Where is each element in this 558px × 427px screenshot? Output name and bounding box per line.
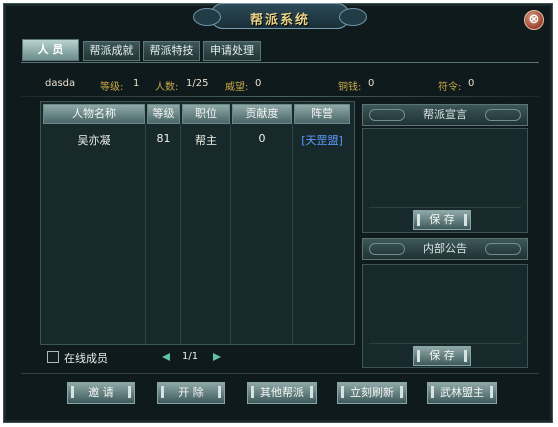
column-divider (230, 124, 231, 344)
refresh-button[interactable]: 立刻刷新 (337, 382, 407, 404)
window-title: 帮派系统 (249, 13, 310, 28)
guild-info-bar: dasda 等级: 1 人数: 1/25 威望: 0 铜钱: 0 符令: 0 (45, 78, 525, 93)
alliance-leader-button[interactable]: 武林盟主 (427, 382, 497, 404)
member-position: 帮主 (195, 134, 217, 147)
next-page-arrow-icon[interactable] (213, 353, 221, 361)
close-button[interactable]: ⊗ (524, 10, 544, 30)
money-label: 铜钱: (338, 82, 362, 93)
notice-divider (369, 343, 521, 344)
tab-achievements[interactable]: 帮派成就 (83, 41, 140, 61)
save-notice-button[interactable]: 保 存 (413, 346, 471, 366)
member-level: 81 (156, 132, 171, 145)
title-banner: 帮派系统 (193, 3, 367, 29)
page-indicator: 1/1 (182, 351, 199, 362)
members-value: 1/25 (186, 78, 209, 89)
tab-applications[interactable]: 申请处理 (203, 41, 261, 61)
column-divider (292, 124, 293, 344)
col-header-level[interactable]: 等级 (147, 104, 180, 124)
col-header-contribution[interactable]: 贡献度 (232, 104, 292, 124)
expel-button[interactable]: 开 除 (157, 382, 225, 404)
bottom-separator (21, 373, 539, 374)
token-label: 符令: (438, 82, 462, 93)
prev-page-arrow-icon[interactable] (162, 353, 170, 361)
level-label: 等级: (100, 82, 124, 93)
column-divider (180, 124, 181, 344)
declaration-divider (369, 207, 521, 208)
tab-members[interactable]: 人 员 (22, 39, 79, 61)
other-guilds-button[interactable]: 其他帮派 (247, 382, 317, 404)
member-list: 人物名称 等级 职位 贡献度 阵营 吴亦凝 81 帮主 0 [天罡盟] (40, 101, 355, 345)
prestige-value: 0 (255, 78, 262, 89)
members-label: 人数: (155, 82, 179, 93)
online-members-checkbox[interactable] (47, 351, 59, 363)
save-declaration-button[interactable]: 保 存 (413, 210, 471, 230)
tab-skills[interactable]: 帮派特技 (143, 41, 200, 61)
declaration-header: 帮派宣言 (362, 104, 528, 126)
level-value: 1 (133, 78, 140, 89)
notice-header: 内部公告 (362, 238, 528, 260)
money-value: 0 (368, 78, 375, 89)
col-header-name[interactable]: 人物名称 (43, 104, 145, 124)
member-contribution: 0 (258, 132, 266, 145)
token-value: 0 (468, 78, 475, 89)
invite-button[interactable]: 邀 请 (67, 382, 135, 404)
prestige-label: 威望: (225, 82, 249, 93)
info-separator (21, 96, 539, 97)
tab-underline (21, 62, 539, 63)
col-header-camp[interactable]: 阵营 (294, 104, 350, 124)
online-members-label: 在线成员 (64, 352, 108, 365)
member-camp: [天罡盟] (301, 134, 343, 147)
col-header-position[interactable]: 职位 (182, 104, 230, 124)
member-name[interactable]: 吴亦凝 (43, 132, 145, 147)
column-divider (145, 124, 146, 344)
guild-name: dasda (45, 78, 76, 89)
